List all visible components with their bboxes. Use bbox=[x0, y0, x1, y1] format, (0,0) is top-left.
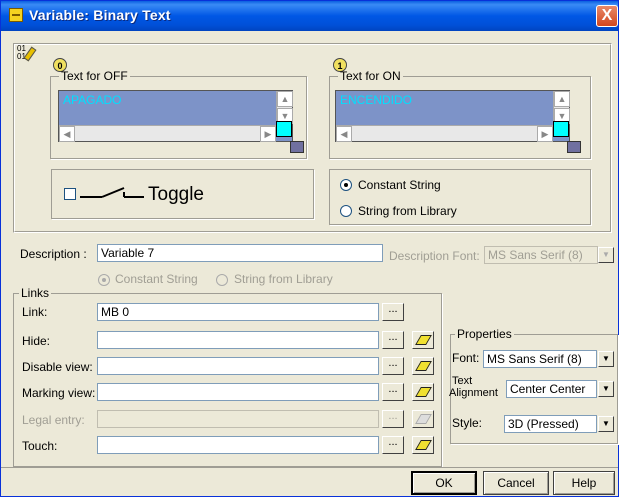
desc-radio-string-from-library bbox=[216, 274, 228, 286]
legal-entry-browse-button: ... bbox=[382, 410, 404, 428]
alignment-label-line2: Alignment bbox=[449, 387, 498, 399]
marking-view-input[interactable] bbox=[97, 383, 379, 401]
radio-constant-string[interactable] bbox=[340, 179, 352, 191]
ok-button[interactable]: OK bbox=[411, 471, 477, 495]
hide-label: Hide: bbox=[22, 334, 51, 348]
alignment-label-line1: Text bbox=[452, 375, 473, 387]
chevron-down-icon[interactable]: ▼ bbox=[598, 416, 614, 432]
app-icon bbox=[9, 8, 23, 22]
text-off-color-dropdown[interactable] bbox=[290, 141, 304, 153]
marking-view-eraser-icon[interactable] bbox=[412, 383, 434, 401]
chevron-down-icon[interactable]: ▼ bbox=[598, 351, 614, 367]
chevron-down-icon[interactable]: ▼ bbox=[598, 381, 614, 397]
scroll-up-icon[interactable]: ▲ bbox=[554, 91, 570, 107]
close-button[interactable]: X bbox=[596, 5, 618, 27]
hide-input[interactable] bbox=[97, 331, 379, 349]
description-label: Description : bbox=[20, 247, 87, 261]
disable-view-input[interactable] bbox=[97, 357, 379, 375]
title-bar[interactable]: Variable: Binary Text X bbox=[1, 1, 618, 31]
text-off-vscroll[interactable]: ▲ ▼ bbox=[276, 91, 293, 125]
alignment-select[interactable]: Center Center bbox=[506, 380, 597, 398]
properties-legend: Properties bbox=[455, 327, 514, 341]
scroll-left-icon[interactable]: ◀ bbox=[336, 126, 352, 142]
toggle-label: Toggle bbox=[148, 184, 204, 205]
text-on-color-swatch[interactable] bbox=[553, 121, 569, 137]
radio-string-from-library-label[interactable]: String from Library bbox=[358, 204, 457, 218]
window-title: Variable: Binary Text bbox=[29, 7, 171, 23]
text-on-editor[interactable]: ENCENDIDO ▲ ▼ ◀ ▶ bbox=[335, 90, 570, 142]
touch-label: Touch: bbox=[22, 439, 58, 453]
link-input[interactable]: MB 0 bbox=[97, 303, 379, 321]
scroll-right-icon[interactable]: ▶ bbox=[537, 126, 553, 142]
disable-view-label: Disable view: bbox=[22, 360, 93, 374]
font-label: Font: bbox=[452, 351, 480, 365]
disable-view-eraser-icon[interactable] bbox=[412, 357, 434, 375]
description-font-select: MS Sans Serif (8) bbox=[484, 246, 598, 264]
string-mode-group: Constant String String from Library bbox=[329, 169, 591, 225]
font-select[interactable]: MS Sans Serif (8) bbox=[483, 350, 597, 368]
text-off-editor[interactable]: APAGADO ▲ ▼ ◀ ▶ bbox=[58, 90, 293, 142]
legal-entry-input bbox=[97, 410, 379, 428]
description-font-label: Description Font: bbox=[389, 249, 480, 263]
text-off-color-swatch[interactable] bbox=[276, 121, 292, 137]
link-label: Link: bbox=[22, 305, 48, 319]
cancel-button[interactable]: Cancel bbox=[483, 471, 549, 495]
help-button[interactable]: Help bbox=[553, 471, 615, 495]
toggle-group: Toggle bbox=[51, 169, 314, 219]
text-on-hscroll[interactable]: ◀ ▶ bbox=[336, 125, 553, 142]
style-select[interactable]: 3D (Pressed) bbox=[504, 415, 597, 433]
hide-browse-button[interactable]: ... bbox=[382, 331, 404, 349]
dialog-window: Variable: Binary Text X 01 01 0 Text for… bbox=[0, 0, 619, 497]
text-off-legend: Text for OFF bbox=[61, 69, 128, 83]
text-on-vscroll[interactable]: ▲ ▼ bbox=[553, 91, 570, 125]
marking-view-browse-button[interactable]: ... bbox=[382, 383, 404, 401]
scroll-up-icon[interactable]: ▲ bbox=[277, 91, 293, 107]
link-browse-button[interactable]: ... bbox=[382, 303, 404, 321]
text-on-legend: Text for ON bbox=[340, 69, 401, 83]
sort-edit-icon[interactable]: 01 01 bbox=[17, 45, 37, 63]
marking-view-label: Marking view: bbox=[22, 386, 96, 400]
desc-radio-constant-string bbox=[98, 274, 110, 286]
touch-input[interactable] bbox=[97, 436, 379, 454]
radio-string-from-library[interactable] bbox=[340, 205, 352, 217]
hide-eraser-icon[interactable] bbox=[412, 331, 434, 349]
disable-view-browse-button[interactable]: ... bbox=[382, 357, 404, 375]
desc-radio-constant-string-label: Constant String bbox=[115, 272, 198, 286]
toggle-checkbox[interactable] bbox=[64, 188, 76, 200]
text-on-color-dropdown[interactable] bbox=[567, 141, 581, 153]
text-off-hscroll[interactable]: ◀ ▶ bbox=[59, 125, 276, 142]
style-label: Style: bbox=[452, 416, 483, 430]
switch-symbol-icon bbox=[80, 187, 144, 198]
description-input[interactable]: Variable 7 bbox=[97, 244, 383, 262]
scroll-left-icon[interactable]: ◀ bbox=[59, 126, 75, 142]
chevron-down-icon: ▼ bbox=[598, 247, 614, 263]
legal-entry-eraser-icon bbox=[412, 410, 434, 428]
desc-radio-string-from-library-label: String from Library bbox=[234, 272, 333, 286]
links-legend: Links bbox=[19, 286, 52, 300]
legal-entry-label: Legal entry: bbox=[22, 413, 85, 427]
text-off-value: APAGADO bbox=[63, 93, 122, 107]
touch-browse-button[interactable]: ... bbox=[382, 436, 404, 454]
touch-eraser-icon[interactable] bbox=[412, 436, 434, 454]
radio-constant-string-label[interactable]: Constant String bbox=[358, 178, 441, 192]
scroll-right-icon[interactable]: ▶ bbox=[260, 126, 276, 142]
text-on-value: ENCENDIDO bbox=[340, 93, 413, 107]
